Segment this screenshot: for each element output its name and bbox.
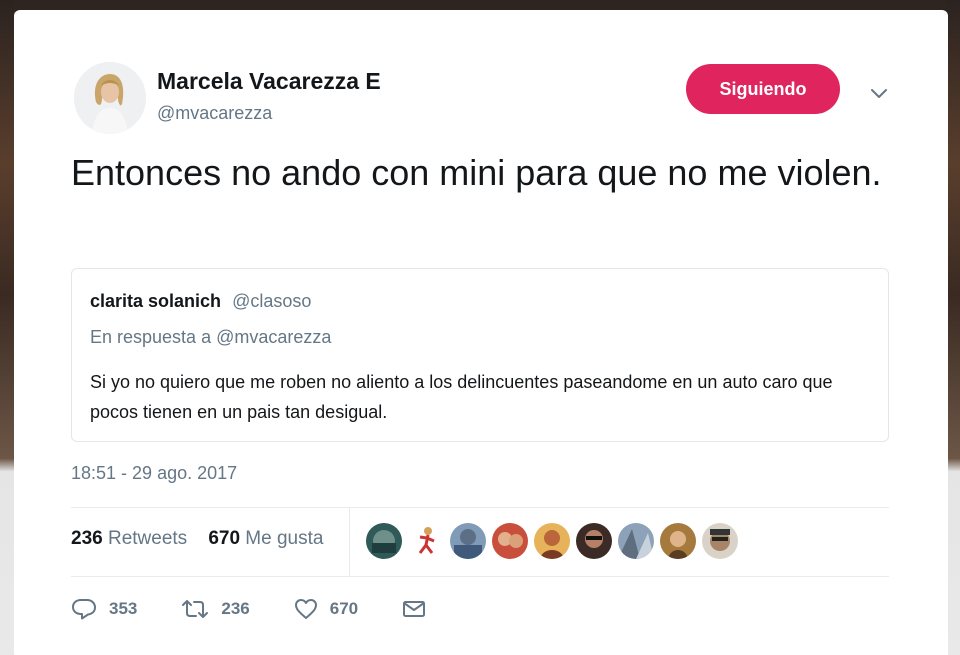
author-avatar[interactable] [74,62,146,134]
like-action-count: 670 [329,599,359,618]
liker-avatar[interactable] [492,523,528,559]
liker-avatar[interactable] [408,523,444,559]
retweet-count[interactable]: 236 [71,528,103,549]
tweet-timestamp[interactable]: 18:51 - 29 ago. 2017 [71,463,237,484]
quoted-author-name: clarita solanich [90,291,222,311]
quoted-tweet[interactable]: clarita solanich @clasoso En respuesta a… [71,268,889,442]
liker-avatars [366,523,738,559]
quoted-reply-context[interactable]: En respuesta a @mvacarezza [90,327,331,348]
tweet-actions: 353 236 670 [71,598,482,620]
liker-avatar[interactable] [450,523,486,559]
tweet-text: Entonces no ando con mini para que no me… [71,152,882,193]
reply-icon [72,599,96,620]
liker-avatar[interactable] [366,523,402,559]
like-count[interactable]: 670 [208,528,240,549]
following-button[interactable]: Siguiendo [686,64,840,114]
divider [71,576,889,577]
liker-avatar[interactable] [618,523,654,559]
envelope-icon [403,601,426,617]
like-label[interactable]: Me gusta [245,528,323,549]
author-name[interactable]: Marcela Vacarezza E [157,68,381,95]
liker-avatar[interactable] [702,523,738,559]
liker-avatar[interactable] [660,523,696,559]
direct-message-button[interactable] [402,599,438,619]
liker-avatar[interactable] [534,523,570,559]
engagement-stats: 236 Retweets 670 Me gusta [71,528,323,550]
quoted-header: clarita solanich @clasoso [90,291,311,312]
retweet-label[interactable]: Retweets [108,528,187,549]
liker-avatar[interactable] [576,523,612,559]
reply-count: 353 [109,599,138,618]
quoted-author-handle: @clasoso [232,291,312,311]
divider [71,507,889,508]
chevron-down-icon[interactable] [868,82,890,104]
author-handle[interactable]: @mvacarezza [157,103,272,124]
heart-icon [294,599,317,619]
quoted-text: Si yo no quiero que me roben no aliento … [90,372,833,422]
retweet-icon [182,600,209,618]
retweet-action-count: 236 [221,599,250,618]
reply-button[interactable]: 353 [71,598,137,620]
retweet-button[interactable]: 236 [181,598,250,620]
tweet-card: Marcela Vacarezza E @mvacarezza Siguiend… [14,10,948,655]
stats-separator [349,508,350,576]
like-button[interactable]: 670 [294,598,358,620]
